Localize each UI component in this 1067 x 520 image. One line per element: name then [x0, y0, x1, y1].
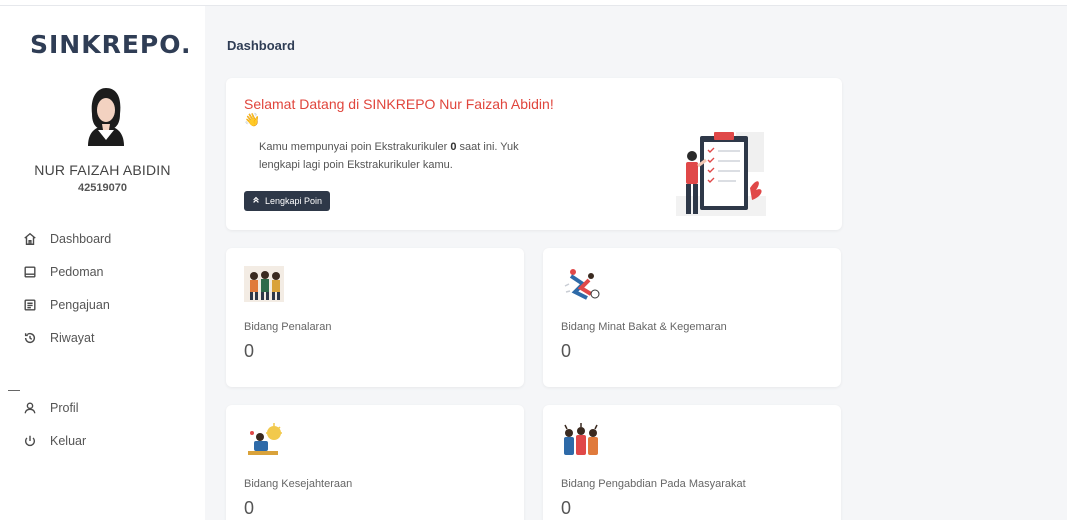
kesejahteraan-illustration — [244, 423, 284, 459]
stat-value: 0 — [244, 341, 255, 361]
page-title: Dashboard — [227, 38, 295, 53]
stat-value: 0 — [561, 341, 572, 361]
sidebar-item-label: Riwayat — [50, 331, 95, 345]
history-icon — [22, 330, 38, 346]
sidebar-item-label: Profil — [50, 401, 79, 415]
double-chevron-up-icon — [252, 196, 260, 206]
document-icon — [22, 297, 38, 313]
sidebar-item-label: Pedoman — [50, 265, 104, 279]
sidebar-item-pedoman[interactable]: Pedoman — [22, 262, 104, 282]
sidebar-item-profil[interactable]: Profil — [22, 398, 78, 418]
stat-value: 0 — [244, 498, 255, 518]
stat-label: Bidang Penalaran — [244, 321, 332, 333]
sidebar-divider — [8, 390, 20, 391]
sidebar-item-dashboard[interactable]: Dashboard — [22, 229, 111, 249]
stat-label: Bidang Kesejahteraan — [244, 478, 353, 490]
user-name: NUR FAIZAH ABIDIN — [34, 162, 171, 178]
power-icon — [22, 433, 38, 449]
stat-label: Bidang Minat Bakat & Kegemaran — [561, 321, 727, 333]
lengkapi-poin-button[interactable]: Lengkapi Poin — [244, 191, 331, 211]
sidebar-item-keluar[interactable]: Keluar — [22, 431, 86, 451]
avatar — [74, 84, 138, 148]
sidebar-item-label: Keluar — [50, 434, 87, 448]
stat-card-penalaran[interactable]: Bidang Penalaran 0 — [226, 248, 524, 387]
brand-logo[interactable]: SINKREPO. — [30, 30, 191, 59]
pengabdian-illustration — [561, 423, 601, 459]
stat-card-kesejahteraan[interactable]: Bidang Kesejahteraan 0 — [226, 405, 524, 520]
home-icon — [22, 231, 38, 247]
stat-card-minat-bakat[interactable]: Bidang Minat Bakat & Kegemaran 0 — [543, 248, 841, 387]
checklist-illustration — [666, 126, 776, 222]
sidebar: SINKREPO. NUR FAIZAH ABIDIN 42519070 Das… — [0, 6, 205, 520]
sidebar-item-label: Pengajuan — [50, 298, 110, 312]
sidebar-item-pengajuan[interactable]: Pengajuan — [22, 295, 110, 315]
welcome-title: Selamat Datang di SINKREPO Nur Faizah Ab… — [244, 96, 554, 112]
book-icon — [22, 264, 38, 280]
welcome-card: Selamat Datang di SINKREPO Nur Faizah Ab… — [226, 78, 842, 230]
waving-hand-icon: 👋 — [244, 112, 261, 127]
user-icon — [22, 400, 38, 416]
lengkapi-poin-label: Lengkapi Poin — [265, 196, 323, 206]
user-id: 42519070 — [78, 182, 127, 194]
sidebar-item-label: Dashboard — [50, 232, 112, 246]
stat-value: 0 — [561, 498, 572, 518]
welcome-message: Kamu mempunyai poin Ekstrakurikuler 0 sa… — [259, 141, 519, 171]
sidebar-item-riwayat[interactable]: Riwayat — [22, 328, 94, 348]
penalaran-illustration — [244, 266, 284, 302]
stat-card-pengabdian[interactable]: Bidang Pengabdian Pada Masyarakat 0 — [543, 405, 841, 520]
stat-label: Bidang Pengabdian Pada Masyarakat — [561, 478, 746, 490]
minat-bakat-illustration — [561, 266, 601, 302]
